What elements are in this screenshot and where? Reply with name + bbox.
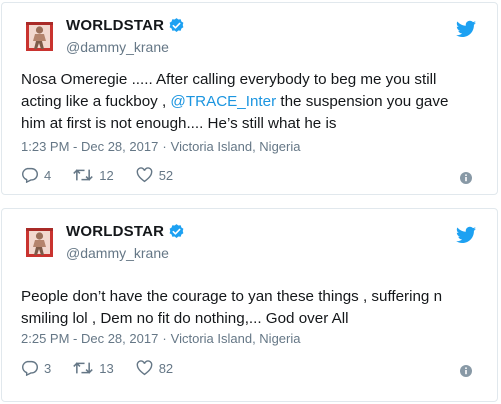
separator: · — [162, 139, 167, 154]
display-name[interactable]: WORLDSTAR — [66, 17, 164, 34]
separator: · — [162, 331, 167, 346]
reply-icon — [22, 167, 38, 183]
retweet-count: 12 — [99, 167, 114, 183]
retweet-icon — [73, 169, 94, 181]
tweet-text: Nosa Omeregie ..... After calling everyb… — [21, 69, 477, 135]
retweet-count: 13 — [99, 360, 114, 376]
info-icon[interactable] — [460, 172, 472, 184]
verified-badge-icon — [169, 224, 184, 238]
twitter-bird-icon[interactable] — [456, 20, 476, 38]
reply-button[interactable]: 3 — [21, 360, 51, 376]
retweet-button[interactable]: 13 — [73, 360, 114, 376]
like-button[interactable]: 82 — [136, 360, 173, 376]
retweet-icon — [73, 362, 94, 374]
like-icon — [136, 167, 153, 183]
tweet-meta: 1:23 PM - Dec 28, 2017 · Victoria Island, … — [21, 139, 300, 154]
tweet-text: People don’t have the courage to yan the… — [21, 288, 443, 327]
verified-badge-icon — [169, 18, 184, 32]
twitter-bird-icon[interactable] — [456, 226, 476, 244]
tweet-actions: 4 12 52 — [21, 167, 195, 183]
tweet-meta: 2:25 PM - Dec 28, 2017 · Victoria Island, … — [21, 331, 300, 346]
reply-icon — [22, 360, 38, 376]
like-count: 52 — [158, 167, 174, 183]
handle[interactable]: @dammy_krane — [66, 39, 169, 55]
timestamp[interactable]: 1:23 PM - Dec 28, 2017 — [21, 139, 158, 154]
display-name[interactable]: WORLDSTAR — [66, 223, 164, 240]
like-button[interactable]: 52 — [136, 167, 173, 183]
tweet-card[interactable]: WORLDSTAR @dammy_krane People don’t have… — [1, 208, 498, 402]
tweet-card[interactable]: WORLDSTAR @dammy_krane Nosa Omeregie ...… — [1, 2, 498, 195]
location[interactable]: Victoria Island, Nigeria — [171, 139, 301, 154]
location[interactable]: Victoria Island, Nigeria — [171, 331, 301, 346]
like-icon — [136, 360, 153, 376]
mention-link[interactable]: @TRACE_Inter — [170, 93, 276, 110]
reply-button[interactable]: 4 — [21, 167, 51, 183]
timestamp[interactable]: 2:25 PM - Dec 28, 2017 — [21, 331, 158, 346]
reply-count: 3 — [44, 360, 52, 376]
info-icon[interactable] — [460, 365, 472, 377]
reply-count: 4 — [44, 167, 52, 183]
avatar[interactable] — [22, 19, 57, 54]
tweet-actions: 3 13 82 — [21, 360, 195, 376]
avatar[interactable] — [22, 225, 57, 260]
retweet-button[interactable]: 12 — [73, 167, 114, 183]
handle[interactable]: @dammy_krane — [66, 245, 169, 261]
like-count: 82 — [158, 360, 174, 376]
